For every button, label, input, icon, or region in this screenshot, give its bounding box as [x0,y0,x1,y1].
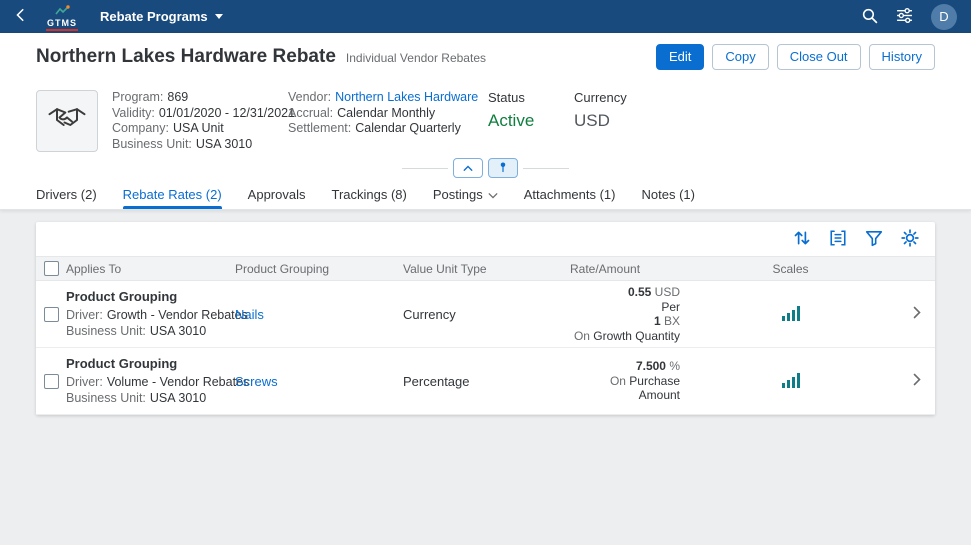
row-checkbox[interactable] [44,374,59,389]
header-collapse-controls [0,156,971,180]
shell-settings-button[interactable] [896,7,913,27]
rebate-rates-table-card: Applies To Product Grouping Value Unit T… [36,222,935,415]
validity-value: 01/01/2020 - 12/31/2021 [159,106,295,122]
gtms-logo[interactable]: GTMS [46,3,78,31]
gtms-logo-icon [55,3,70,18]
rate-amount-cell: 0.55 USD Per 1 BX On Growth Quantity [570,285,682,343]
select-all-checkbox[interactable] [44,261,59,276]
applies-to-cell: Product Grouping Driver:Growth - Vendor … [66,281,235,347]
applies-to-cell: Product Grouping Driver:Volume - Vendor … [66,348,235,414]
row-chevron-icon[interactable] [913,306,921,322]
group-button[interactable] [829,229,847,250]
field-label: Accrual: [288,106,333,122]
value-unit-type-cell: Percentage [403,374,570,389]
scales-chart-icon[interactable] [782,372,800,391]
rate-amount-cell: 7.500 % On Purchase Amount [570,359,682,403]
group-icon [829,229,847,250]
table-header-row: Applies To Product Grouping Value Unit T… [36,256,935,281]
field-label: Program: [112,90,163,106]
chevron-down-icon [488,187,498,202]
close-out-button[interactable]: Close Out [777,44,861,70]
status-block: Status Active [488,90,560,131]
tab-trackings[interactable]: Trackings (8) [331,180,406,209]
back-chevron-icon [14,8,28,25]
sort-icon [793,229,811,250]
field-label: Company: [112,121,169,137]
field-label: Business Unit: [112,137,192,153]
filter-button[interactable] [865,229,883,250]
product-grouping-link[interactable]: Nails [235,307,264,322]
status-value: Active [488,111,560,131]
currency-block: Currency USD [574,90,664,131]
gtms-logo-text: GTMS [46,18,78,31]
page-subtitle: Individual Vendor Rebates [346,51,486,65]
tab-attachments[interactable]: Attachments (1) [524,180,616,209]
back-button[interactable] [8,4,34,30]
tab-approvals[interactable]: Approvals [248,180,306,209]
search-icon [861,7,878,27]
tab-drivers[interactable]: Drivers (2) [36,180,97,209]
header-fields-col2: Vendor:Northern Lakes Hardware Accrual:C… [288,90,474,137]
sort-button[interactable] [793,229,811,250]
column-header-applies-to[interactable]: Applies To [66,262,235,276]
column-header-product-grouping[interactable]: Product Grouping [235,262,403,276]
table-settings-button[interactable] [901,229,919,250]
table-row[interactable]: Product Grouping Driver:Growth - Vendor … [36,281,935,348]
table-row[interactable]: Product Grouping Driver:Volume - Vendor … [36,348,935,415]
pin-header-button[interactable] [488,158,518,178]
row-checkbox[interactable] [44,307,59,322]
sliders-icon [896,7,913,27]
field-label: Validity: [112,106,155,122]
business-unit-value: USA 3010 [196,137,252,153]
content-area: Applies To Product Grouping Value Unit T… [0,210,971,415]
currency-value: USD [574,111,664,131]
chevron-down-icon [215,14,223,19]
divider-line [523,168,569,169]
settlement-value: Calendar Quarterly [355,121,461,137]
status-label: Status [488,90,560,105]
column-header-scales[interactable]: Scales [682,262,899,276]
header-actions: Edit Copy Close Out History [656,44,935,70]
vendor-link[interactable]: Northern Lakes Hardware [335,90,478,106]
header-fields-col1: Program:869 Validity:01/01/2020 - 12/31/… [112,90,274,152]
collapse-header-button[interactable] [453,158,483,178]
page-title: Northern Lakes Hardware Rebate [36,46,336,68]
program-value: 869 [167,90,188,106]
shell-bar: GTMS Rebate Programs D [0,0,971,33]
user-avatar[interactable]: D [931,4,957,30]
tab-rebate-rates[interactable]: Rebate Rates (2) [123,180,222,209]
pin-icon [497,161,509,176]
filter-icon [865,229,883,250]
column-header-rate-amount[interactable]: Rate/Amount [570,262,682,276]
chevron-up-icon [462,161,474,176]
accrual-value: Calendar Monthly [337,106,435,122]
search-button[interactable] [861,7,878,27]
divider-line [402,168,448,169]
value-unit-type-cell: Currency [403,307,570,322]
page-header: Northern Lakes Hardware Rebate Individua… [0,33,971,210]
handshake-icon [47,100,87,143]
tab-postings[interactable]: Postings [433,180,498,209]
scales-chart-icon[interactable] [782,305,800,324]
currency-label: Currency [574,90,664,105]
object-icon-tile [36,90,98,152]
anchor-tab-bar: Drivers (2) Rebate Rates (2) Approvals T… [0,180,971,210]
history-button[interactable]: History [869,44,935,70]
object-header: Program:869 Validity:01/01/2020 - 12/31/… [0,76,971,156]
table-toolbar [36,222,935,256]
column-header-value-unit-type[interactable]: Value Unit Type [403,262,570,276]
copy-button[interactable]: Copy [712,44,768,70]
company-value: USA Unit [173,121,224,137]
field-label: Settlement: [288,121,351,137]
edit-button[interactable]: Edit [656,44,704,70]
gear-icon [901,229,919,250]
app-title-label: Rebate Programs [100,9,208,24]
product-grouping-link[interactable]: Screws [235,374,278,389]
app-title-menu[interactable]: Rebate Programs [100,9,223,24]
field-label: Vendor: [288,90,331,106]
tab-notes[interactable]: Notes (1) [642,180,695,209]
row-chevron-icon[interactable] [913,373,921,389]
